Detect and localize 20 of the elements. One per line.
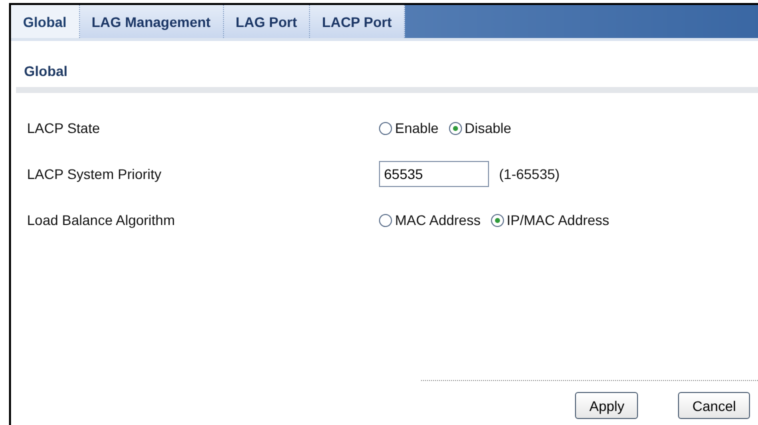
input-field[interactable]: 65535 (379, 161, 489, 187)
tab[interactable]: LACP Port (310, 5, 405, 38)
radio-icon[interactable] (490, 214, 504, 226)
tab[interactable]: LAG Port (224, 5, 310, 38)
radio-option[interactable]: IP/MAC Address (490, 212, 610, 228)
tab[interactable]: LAG Management (80, 5, 224, 38)
tab[interactable]: Global (11, 5, 80, 38)
action-button[interactable]: Cancel (678, 392, 750, 419)
radio-icon[interactable] (448, 122, 462, 134)
radio-option[interactable]: MAC Address (379, 212, 481, 228)
field-label: Load Balance Algorithm (27, 212, 176, 228)
section-title: Global (24, 63, 69, 79)
radio-option[interactable]: Disable (448, 120, 512, 136)
range-hint: (1-65535) (499, 166, 560, 182)
field-label: LACP State (27, 120, 101, 136)
radio-option[interactable]: Enable (379, 120, 439, 136)
field-label: LACP System Priority (27, 166, 162, 182)
action-button[interactable]: Apply (575, 392, 638, 419)
radio-icon[interactable] (379, 214, 392, 226)
radio-icon[interactable] (379, 122, 392, 134)
